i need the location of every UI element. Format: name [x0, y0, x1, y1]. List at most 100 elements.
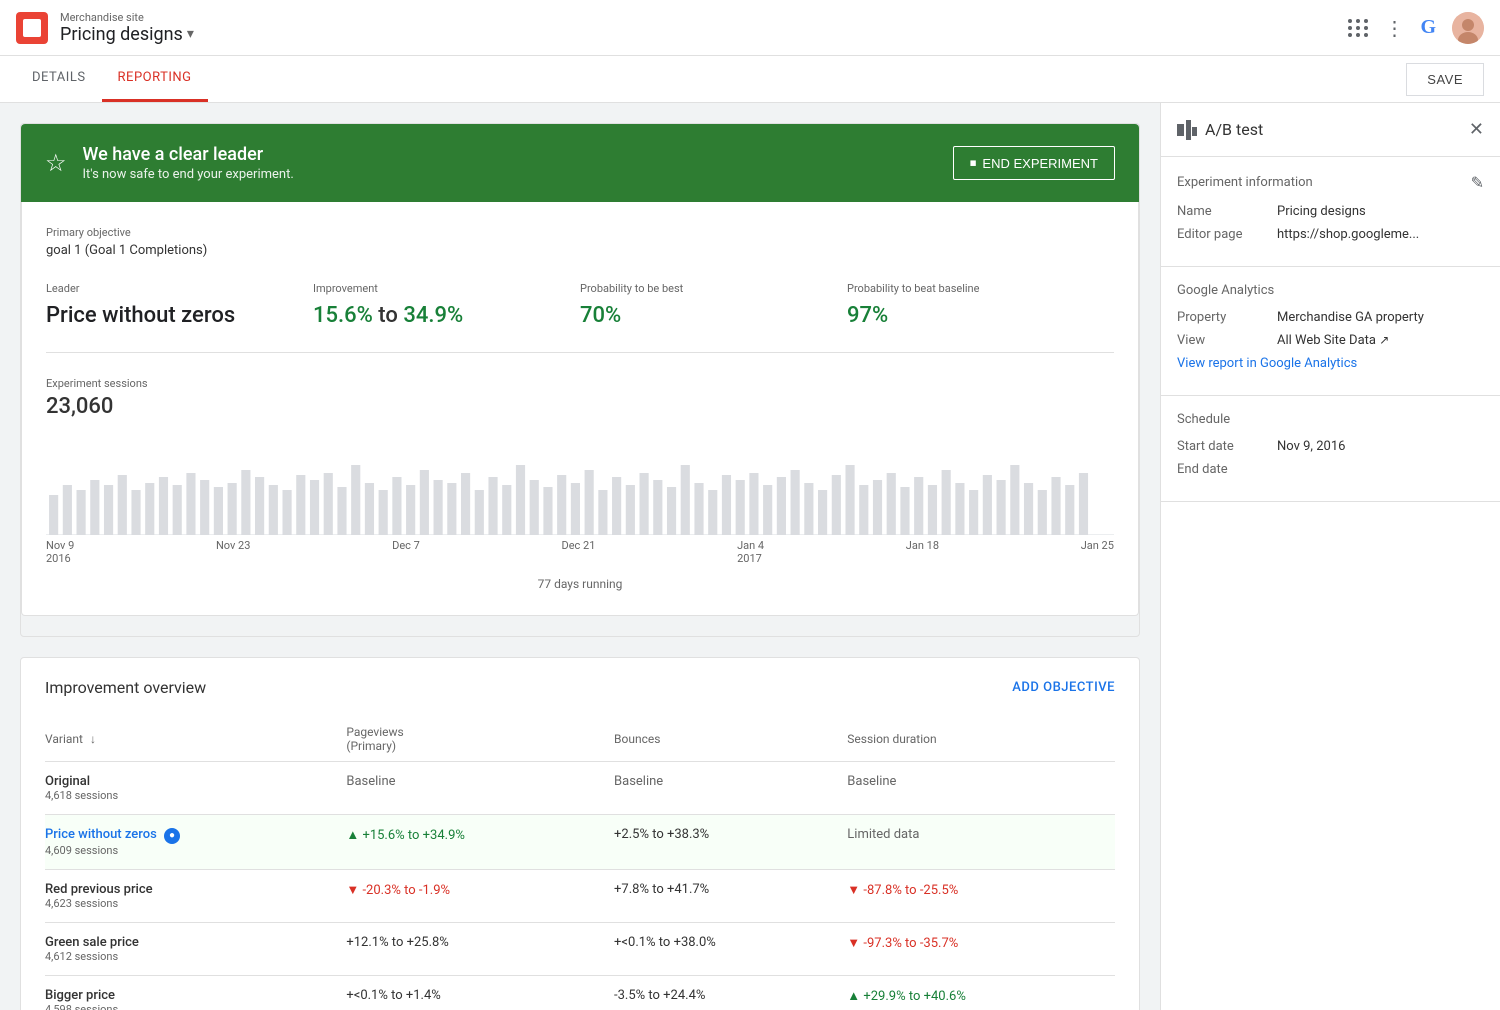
start-date-value: Nov 9, 2016: [1277, 439, 1484, 454]
metric-leader: Leader Price without zeros: [46, 282, 313, 328]
metric-improvement-value: 15.6% to 34.9%: [313, 303, 580, 328]
metric-leader-value: Price without zeros: [46, 303, 313, 328]
sessions-chart: [46, 435, 1114, 535]
content-area: ☆ We have a clear leader It's now safe t…: [0, 103, 1160, 1010]
primary-objective-label: Primary objective: [46, 226, 1114, 239]
overview-header: Improvement overview ADD OBJECTIVE: [45, 678, 1115, 697]
ga-report-row: View report in Google Analytics: [1177, 356, 1484, 371]
info-name-label: Name: [1177, 204, 1277, 219]
variant-red-previous: Red previous price 4,623 sessions: [45, 870, 346, 923]
nav-left: Merchandise site Pricing designs ▾: [16, 11, 194, 45]
ga-property-value: Merchandise GA property: [1277, 310, 1484, 325]
table-row: Original 4,618 sessions Baseline Baselin…: [45, 762, 1115, 815]
metrics-row: Leader Price without zeros Improvement 1…: [46, 282, 1114, 353]
google-logo: G: [1420, 16, 1436, 39]
stop-icon: ⏹: [970, 155, 977, 171]
edit-icon[interactable]: ✎: [1471, 173, 1484, 192]
end-date-row: End date: [1177, 462, 1484, 477]
bigger-price-session-duration: ▲ +29.9% to +40.6%: [847, 976, 1115, 1010]
more-options-icon[interactable]: ⋮: [1384, 16, 1404, 40]
close-icon[interactable]: ✕: [1469, 119, 1484, 140]
chart-label-dec21: Dec 21: [562, 539, 596, 565]
start-date-row: Start date Nov 9, 2016: [1177, 439, 1484, 454]
table-header-row: Variant ↓ Pageviews(Primary) Bounces Ses…: [45, 717, 1115, 762]
info-name-row: Name Pricing designs: [1177, 204, 1484, 219]
app-logo: [16, 12, 48, 44]
price-without-zeros-pageviews: ▲ +15.6% to +34.9%: [346, 815, 614, 870]
end-date-label: End date: [1177, 462, 1277, 477]
ga-header: Google Analytics: [1177, 283, 1484, 298]
apps-icon[interactable]: [1348, 19, 1368, 37]
experiment-info-header: Experiment information ✎: [1177, 173, 1484, 192]
schedule-title: Schedule: [1177, 412, 1230, 427]
site-name: Merchandise site: [60, 11, 194, 24]
variant-original: Original 4,618 sessions: [45, 762, 346, 815]
info-name-value: Pricing designs: [1277, 204, 1484, 219]
nav-right: ⋮ G: [1348, 12, 1484, 44]
metric-improvement-label: Improvement: [313, 282, 580, 295]
banner-subtitle: It's now safe to end your experiment.: [83, 167, 294, 182]
sort-icon[interactable]: ↓: [90, 732, 96, 746]
page-title: Pricing designs ▾: [60, 24, 194, 45]
green-sale-session-duration: ▼ -97.3% to -35.7%: [847, 923, 1115, 976]
info-editor-label: Editor page: [1177, 227, 1277, 242]
ga-view-label: View: [1177, 333, 1277, 348]
end-experiment-button[interactable]: ⏹ END EXPERIMENT: [953, 146, 1115, 180]
variant-price-without-zeros: Price without zeros ● 4,609 sessions: [45, 815, 346, 870]
sidebar-header: A/B test ✕: [1161, 103, 1500, 157]
improvement-table: Variant ↓ Pageviews(Primary) Bounces Ses…: [45, 717, 1115, 1010]
col-bounces: Bounces: [614, 717, 847, 762]
sessions-chart-section: Experiment sessions 23,060: [46, 377, 1114, 591]
ga-view-row: View All Web Site Data ↗: [1177, 333, 1484, 348]
primary-objective-value: goal 1 (Goal 1 Completions): [46, 243, 1114, 258]
save-button[interactable]: SAVE: [1406, 63, 1484, 96]
green-sale-bounces: +<0.1% to +38.0%: [614, 923, 847, 976]
experiment-card: ☆ We have a clear leader It's now safe t…: [20, 123, 1140, 637]
sidebar-title: A/B test: [1177, 120, 1263, 140]
chart-x-labels: Nov 92016 Nov 23 Dec 7 Dec 21 Jan 42017 …: [46, 535, 1114, 569]
bigger-price-pageviews: +<0.1% to +1.4%: [346, 976, 614, 1010]
experiment-info-section: Experiment information ✎ Name Pricing de…: [1161, 157, 1500, 267]
overview-title: Improvement overview: [45, 678, 206, 697]
sessions-label: Experiment sessions: [46, 377, 1114, 390]
nav-tabs: DETAILS REPORTING: [16, 56, 208, 102]
leader-banner: ☆ We have a clear leader It's now safe t…: [21, 124, 1139, 202]
chart-label-jan18: Jan 18: [906, 539, 939, 565]
arrow-down-icon: ▼: [847, 883, 863, 898]
banner-text: We have a clear leader It's now safe to …: [83, 144, 294, 182]
top-navigation: Merchandise site Pricing designs ▾ ⋮ G: [0, 0, 1500, 56]
user-avatar[interactable]: [1452, 12, 1484, 44]
external-link-icon[interactable]: ↗: [1379, 333, 1389, 347]
end-date-value: [1277, 462, 1484, 477]
chart-label-nov9: Nov 92016: [46, 539, 74, 565]
red-previous-pageviews: ▼ -20.3% to -1.9%: [346, 870, 614, 923]
google-analytics-section: Google Analytics Property Merchandise GA…: [1161, 267, 1500, 396]
green-sale-pageviews: +12.1% to +25.8%: [346, 923, 614, 976]
metric-improvement: Improvement 15.6% to 34.9%: [313, 282, 580, 328]
sub-navigation: DETAILS REPORTING SAVE: [0, 56, 1500, 103]
original-session-duration: Baseline: [847, 762, 1115, 815]
table-row: Price without zeros ● 4,609 sessions ▲ +…: [45, 815, 1115, 870]
metric-prob-best-value: 70%: [580, 303, 847, 328]
table-row: Green sale price 4,612 sessions +12.1% t…: [45, 923, 1115, 976]
view-ga-report-link[interactable]: View report in Google Analytics: [1177, 356, 1357, 371]
sidebar-panel: A/B test ✕ Experiment information ✎ Name…: [1160, 103, 1500, 1010]
site-info: Merchandise site Pricing designs ▾: [60, 11, 194, 45]
add-objective-button[interactable]: ADD OBJECTIVE: [1012, 680, 1115, 695]
chart-label-dec7: Dec 7: [392, 539, 420, 565]
experiment-main-card: Primary objective goal 1 (Goal 1 Complet…: [21, 202, 1139, 616]
chevron-down-icon[interactable]: ▾: [187, 26, 194, 42]
metric-prob-baseline-value: 97%: [847, 303, 1114, 328]
star-icon: ☆: [45, 149, 67, 177]
ga-property-label: Property: [1177, 310, 1277, 325]
tab-reporting[interactable]: REPORTING: [102, 56, 208, 102]
arrow-up-icon: ▲: [847, 989, 863, 1004]
tab-details[interactable]: DETAILS: [16, 56, 102, 102]
col-variant: Variant ↓: [45, 717, 346, 762]
winner-badge: ●: [164, 828, 180, 844]
experiment-info-title: Experiment information: [1177, 175, 1313, 190]
bigger-price-bounces: -3.5% to +24.4%: [614, 976, 847, 1010]
days-running: 77 days running: [46, 577, 1114, 591]
schedule-header: Schedule: [1177, 412, 1484, 427]
arrow-down-icon: ▼: [346, 883, 362, 898]
